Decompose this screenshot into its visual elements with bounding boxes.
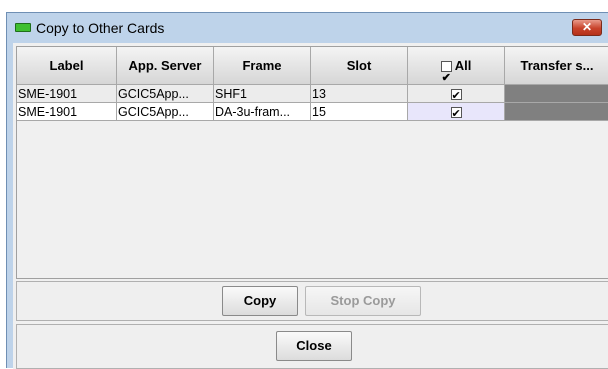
window-title: Copy to Other Cards (36, 20, 165, 36)
copy-button-panel: Copy Stop Copy (16, 281, 608, 321)
cell-transfer-status (505, 85, 608, 103)
select-all-label: All (454, 58, 472, 73)
column-header-all[interactable]: All (408, 47, 505, 85)
cell-label: SME-1901 (17, 103, 117, 121)
stop-copy-button[interactable]: Stop Copy (305, 286, 421, 316)
row-checkbox[interactable] (450, 105, 462, 120)
close-icon[interactable]: ✕ (572, 19, 602, 36)
cards-table: Label App. Server Frame Slot All Transfe… (16, 46, 608, 279)
column-header-frame[interactable]: Frame (214, 47, 311, 85)
cell-app-server: GCIC5App... (117, 103, 214, 121)
cell-select (408, 103, 505, 121)
dialog-body: Label App. Server Frame Slot All Transfe… (13, 43, 608, 369)
cell-slot: 13 (311, 85, 408, 103)
copy-button[interactable]: Copy (222, 286, 298, 316)
table-header: Label App. Server Frame Slot All Transfe… (17, 47, 608, 85)
column-header-label[interactable]: Label (17, 47, 117, 85)
row-checkbox[interactable] (450, 87, 462, 102)
table-row[interactable]: SME-1901 GCIC5App... SHF1 13 (17, 85, 608, 103)
table-row[interactable]: SME-1901 GCIC5App... DA-3u-fram... 15 (17, 103, 608, 121)
cell-slot: 15 (311, 103, 408, 121)
cell-select (408, 85, 505, 103)
cell-frame: DA-3u-fram... (214, 103, 311, 121)
column-header-app-server[interactable]: App. Server (117, 47, 214, 85)
select-all-checkbox[interactable] (440, 59, 452, 84)
column-header-transfer-status[interactable]: Transfer s... (505, 47, 608, 85)
app-icon (15, 23, 31, 32)
column-header-slot[interactable]: Slot (311, 47, 408, 85)
cell-frame: SHF1 (214, 85, 311, 103)
close-button[interactable]: Close (276, 331, 352, 361)
cell-transfer-status (505, 103, 608, 121)
title-bar[interactable]: Copy to Other Cards ✕ (7, 13, 608, 43)
cell-app-server: GCIC5App... (117, 85, 214, 103)
dialog-window: Copy to Other Cards ✕ Label App. Server … (6, 12, 608, 369)
close-button-panel: Close (16, 324, 608, 369)
cell-label: SME-1901 (17, 85, 117, 103)
